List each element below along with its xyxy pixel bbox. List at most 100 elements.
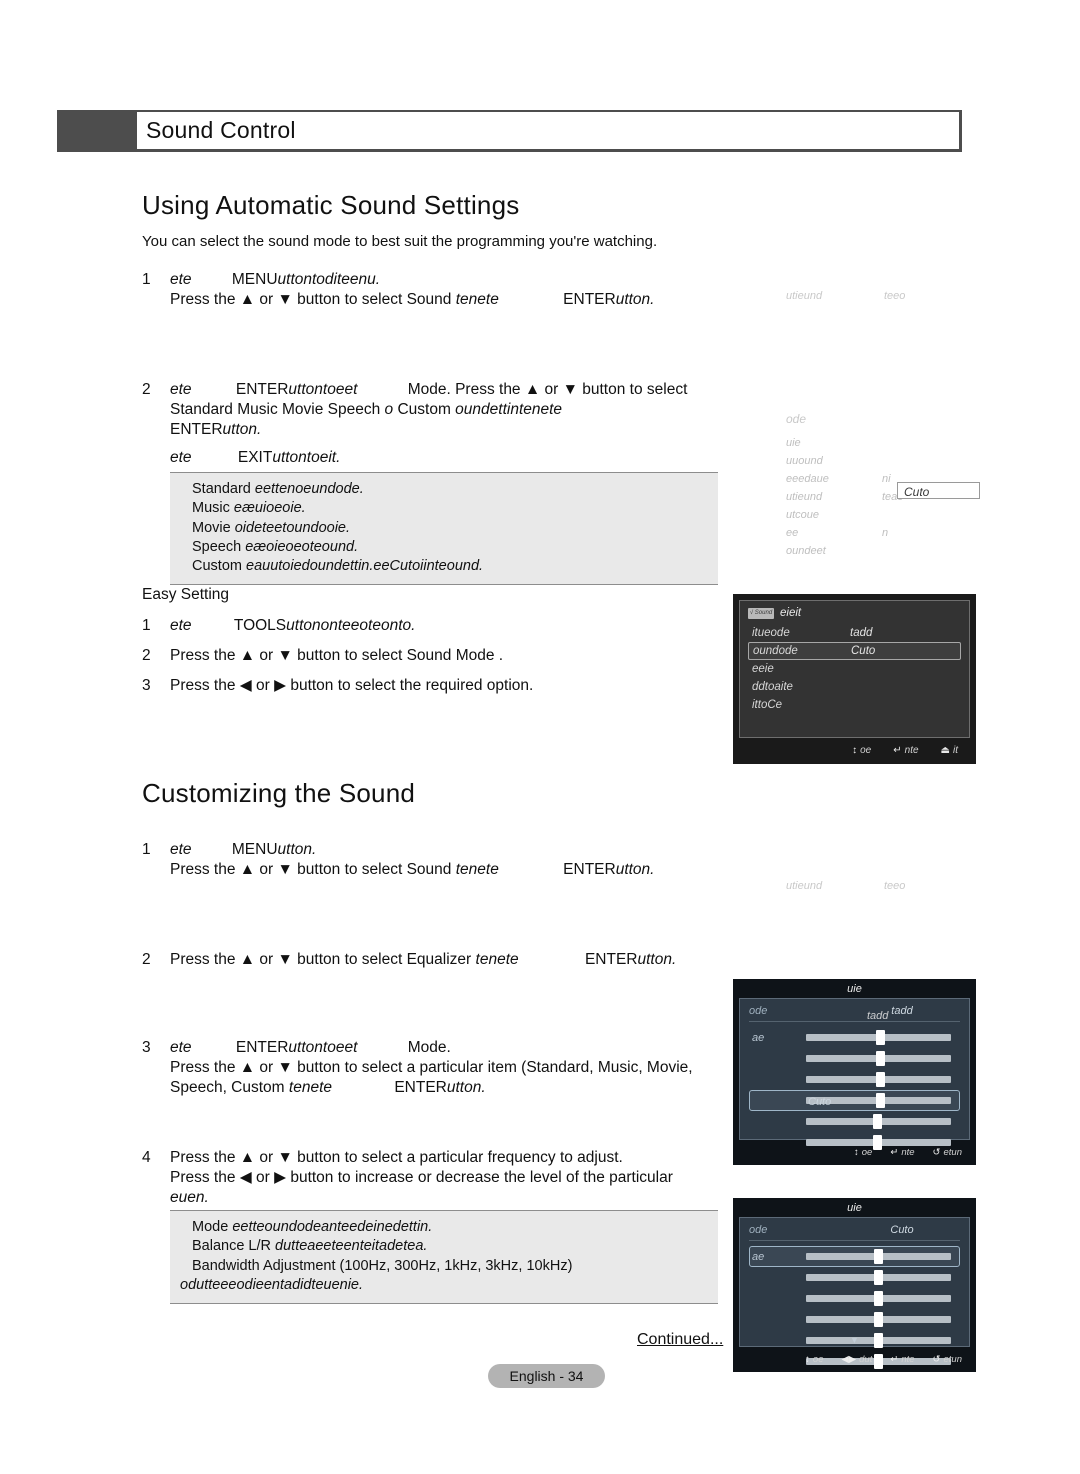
eq-slider-track[interactable]: [806, 1312, 951, 1327]
eq-slider-knob[interactable]: [875, 1093, 885, 1108]
step-key-enter: ENTER: [584, 951, 638, 968]
osd-tools-row[interactable]: ddtoaite: [748, 678, 961, 696]
osd-eq-mode-row[interactable]: ode Cuto: [749, 1224, 960, 1241]
note-label: Standard: [192, 481, 255, 497]
row-key: eeie: [752, 663, 774, 675]
adjust-icon: ◀▶: [841, 1353, 857, 1365]
osd-tools-inner: √ Sound eieit itueode tadd oundode Cuto …: [739, 600, 970, 738]
eq-slider-knob[interactable]: [875, 1072, 885, 1087]
eq-slider-knob[interactable]: [874, 1291, 884, 1306]
enter-icon: ↵: [890, 1146, 899, 1158]
eq-slider-row[interactable]: [749, 1267, 960, 1288]
note-line: Speech eæoieoeoteound.: [192, 538, 708, 557]
step-text: Press the ▲ or ▼ button to select a part…: [170, 1058, 693, 1076]
step-key-menu: MENU: [231, 841, 278, 858]
note-desc: oideteetoundooie.: [234, 519, 351, 536]
eq-slider-track[interactable]: [806, 1249, 951, 1264]
osd-eq-title: uie: [847, 1201, 862, 1214]
eq-slider-knob[interactable]: [874, 1312, 884, 1327]
note-line: odutteeeodieentadidteuenie.: [180, 1276, 708, 1295]
statusbar-label: nte: [904, 744, 919, 756]
osd-tools-header: √ Sound eieit: [748, 607, 961, 619]
statusbar-return: ↺ etun: [933, 1354, 962, 1365]
step-key-exit: EXIT: [237, 449, 273, 466]
osd-tools-row[interactable]: ittoCe: [748, 696, 961, 714]
eq-slider-track[interactable]: [806, 1114, 951, 1129]
step-body: ete ENTERuttontoeet Mode. Press the ▲ or…: [170, 1038, 742, 1097]
eq-slider-row[interactable]: [749, 1048, 960, 1069]
step-text: Press the ◀ or ▶ button to select the re…: [170, 677, 534, 694]
step-custom-4: 4 Press the ▲ or ▼ button to select a pa…: [142, 1148, 742, 1207]
osd-eq-inner: ode Cuto ae ▼: [739, 1217, 970, 1369]
ghost-text-top-b: teeo: [884, 290, 906, 302]
note-desc: dutteaeeteenteitadetea.: [275, 1238, 428, 1255]
eq-slider-knob[interactable]: [875, 1030, 885, 1045]
return-icon: ↺: [932, 1146, 941, 1158]
note-line: Music eæuioeoie.: [192, 499, 708, 518]
statusbar-enter: ↵ nte: [893, 745, 918, 756]
row-key: ddtoaite: [752, 681, 793, 693]
step-number: 1: [142, 617, 151, 634]
eq-slider-row-selected[interactable]: ae: [749, 1246, 960, 1267]
note-label: Mode: [192, 1219, 233, 1235]
eq-slider-knob[interactable]: [874, 1270, 884, 1285]
statusbar-return: ↺ etun: [933, 1147, 962, 1158]
step-text: . Press the ▲ or ▼ button to select: [446, 381, 688, 398]
eq-slider-row[interactable]: ae: [749, 1027, 960, 1048]
section-heading-customizing-sound: Customizing the Sound: [142, 778, 416, 808]
ghost-menu-row-key: eeedaue: [786, 473, 829, 485]
eq-slider-label: ae: [752, 1031, 765, 1044]
step-text: Press the ▲ or ▼ button to select Sound …: [170, 647, 504, 664]
step-body: Press the ▲ or ▼ button to select a part…: [170, 1148, 742, 1207]
ghost-menu-row-key: utieund: [786, 491, 823, 503]
ghost-text-top-a: utieund: [786, 290, 823, 302]
step-text: Press the ▲ or ▼ button to select Sound: [170, 860, 456, 878]
statusbar-label: dut: [859, 1353, 873, 1365]
scroll-down-icon[interactable]: ▼: [740, 1335, 969, 1345]
eq-slider-row[interactable]: [749, 1069, 960, 1090]
eq-slider-row-selected[interactable]: Cuto: [749, 1090, 960, 1111]
step-text: ete: [170, 381, 192, 398]
step-text: tenete: [455, 290, 499, 308]
eq-slider-row[interactable]: [749, 1309, 960, 1330]
step-text: utton.: [277, 841, 317, 858]
step-key-enter: ENTER: [170, 420, 223, 438]
step-number: 3: [142, 1039, 151, 1056]
eq-slider-track[interactable]: [806, 1030, 951, 1045]
note-line: Standard eettenoeundode.: [192, 480, 708, 499]
continued-link[interactable]: Continued...: [637, 1331, 723, 1349]
chapter-header-bar: Sound Control: [57, 110, 962, 152]
osd-tools-title: eieit: [780, 607, 802, 619]
step-text: tenete: [475, 951, 519, 968]
eq-slider-row[interactable]: [749, 1111, 960, 1132]
eq-slider-label: ae: [752, 1250, 765, 1263]
eq-slider-track[interactable]: [806, 1270, 951, 1285]
step-custom-3: 3 ete ENTERuttontoeet Mode. Press the ▲ …: [142, 1038, 742, 1097]
row-key: ittoCe: [752, 699, 783, 711]
step-key-enter: ENTER: [563, 860, 616, 878]
osd-eq-inner: ode tadd tadd ae Cuto: [739, 998, 970, 1150]
brand-logo-icon: √ Sound: [748, 607, 774, 619]
step-text: uttontoditeenu.: [277, 271, 381, 288]
osd-tools-row[interactable]: eeie: [748, 660, 961, 678]
osd-eq-sliders: ae Cuto: [749, 1027, 960, 1153]
manual-page: Sound Control Using Automatic Sound Sett…: [0, 0, 1080, 1474]
osd-eq-mode-row[interactable]: ode tadd tadd: [749, 1005, 960, 1022]
step-body: ete MENUutton. Press the ▲ or ▼ button t…: [170, 840, 742, 880]
step-easy-2: 2 Press the ▲ or ▼ button to select Soun…: [142, 646, 742, 666]
eq-slider-row[interactable]: [749, 1288, 960, 1309]
osd-tools-row[interactable]: itueode tadd: [748, 624, 961, 642]
row-key: itueode: [752, 627, 790, 639]
osd-tools-row-selected[interactable]: oundode Cuto: [748, 642, 961, 660]
eq-slider-track[interactable]: [806, 1291, 951, 1306]
statusbar-label: oe: [812, 1353, 824, 1365]
note-label: Custom: [192, 558, 246, 575]
eq-slider-knob[interactable]: [874, 1249, 884, 1264]
row-key: oundode: [753, 645, 798, 657]
mode-key: ode: [749, 1224, 768, 1236]
eq-slider-track[interactable]: [806, 1051, 951, 1066]
eq-slider-track[interactable]: [806, 1072, 951, 1087]
step-text: uttononteeoteonto.: [286, 617, 416, 634]
eq-slider-knob[interactable]: [875, 1051, 885, 1066]
eq-slider-knob[interactable]: [872, 1114, 882, 1129]
